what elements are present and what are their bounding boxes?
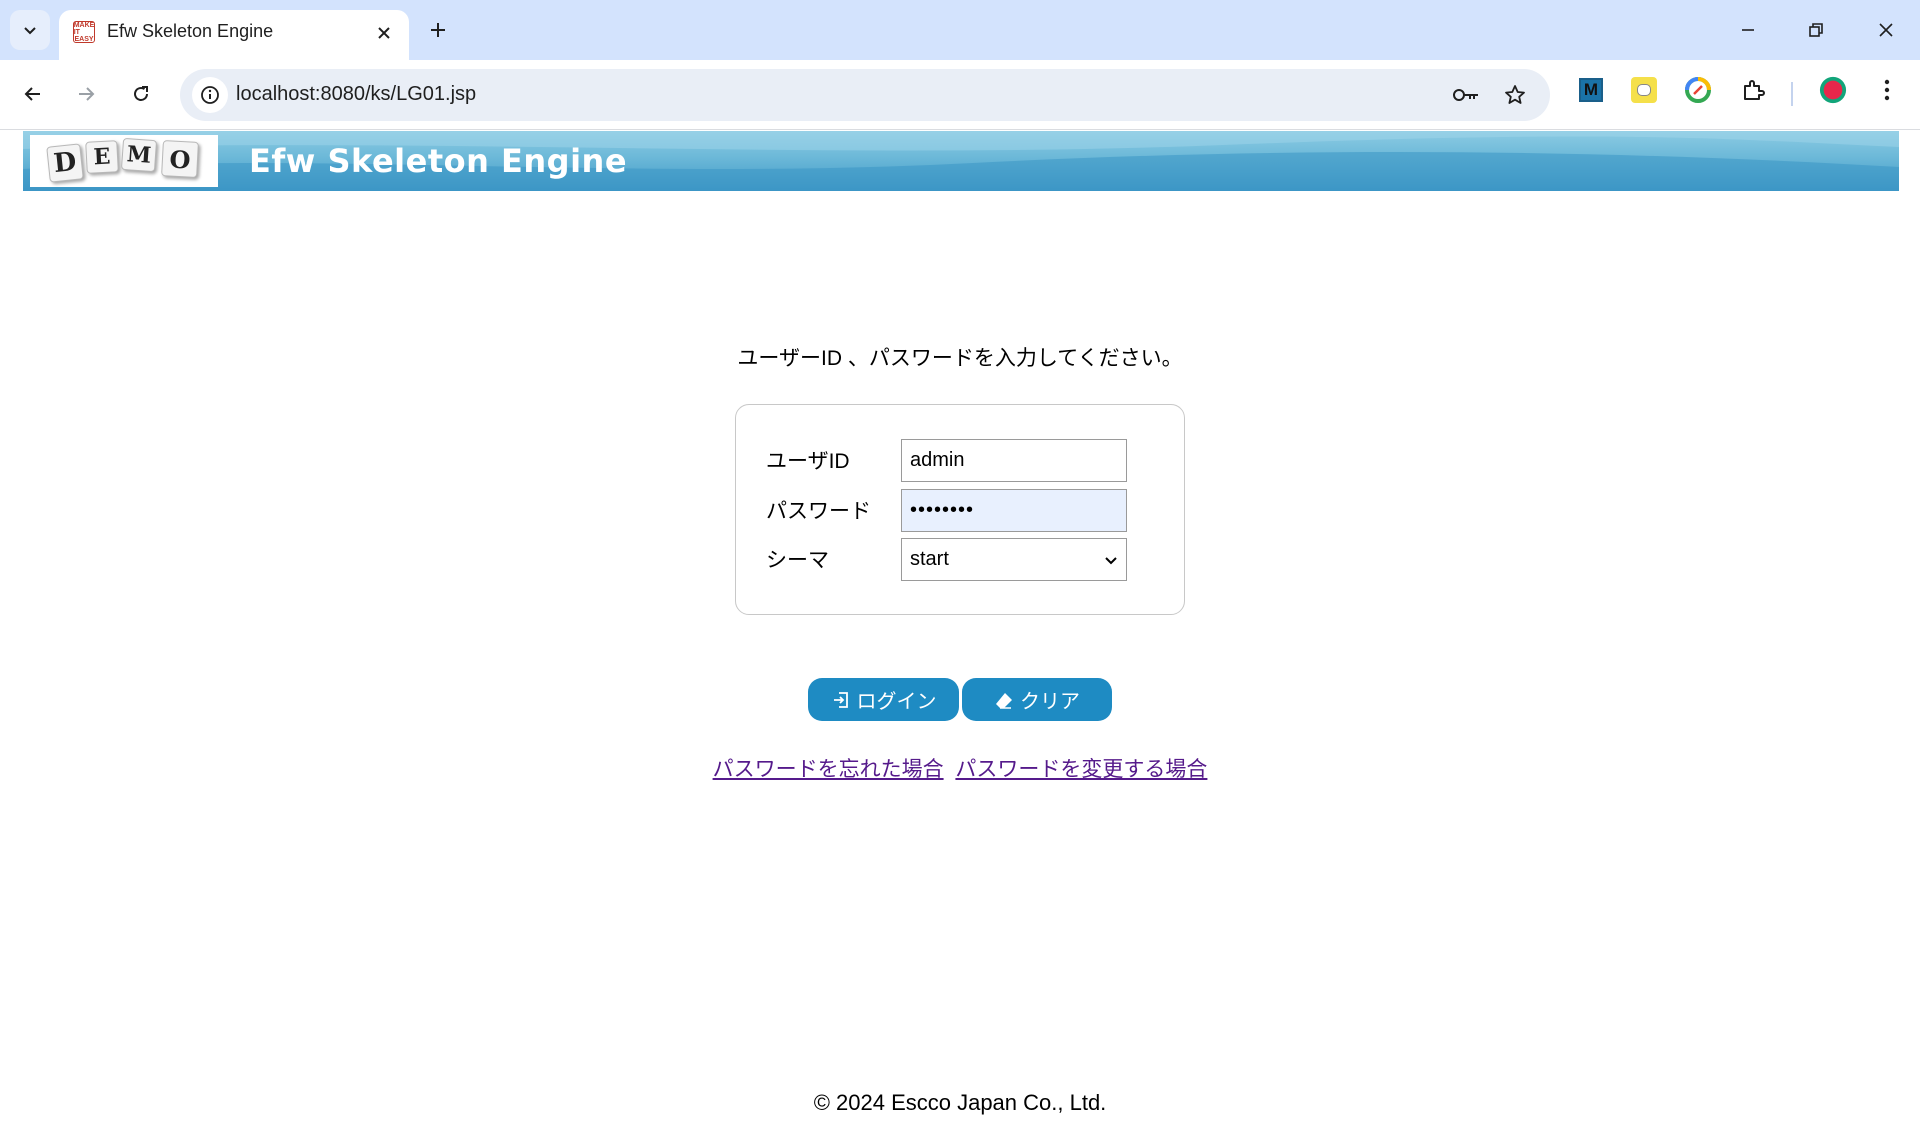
app-header-banner: D E M O Efw Skeleton Engine <box>23 131 1899 191</box>
login-form-panel: ユーザID admin パスワード •••••••• シーマ start <box>735 404 1185 615</box>
logo-letter-d: D <box>46 143 84 183</box>
schema-selected-value: start <box>910 548 949 570</box>
reload-icon <box>134 86 148 101</box>
kebab-menu-icon <box>1884 79 1890 101</box>
profile-avatar-icon <box>1819 76 1847 104</box>
tab-close-button[interactable] <box>373 22 395 44</box>
minimize-icon <box>1742 29 1754 31</box>
logo-letter-m: M <box>120 137 158 173</box>
reload-button[interactable] <box>121 74 161 114</box>
info-icon <box>201 86 219 104</box>
clear-button[interactable]: クリア <box>962 678 1112 721</box>
userid-label: ユーザID <box>766 450 850 473</box>
minimize-button[interactable] <box>1728 10 1768 50</box>
sign-in-icon <box>833 691 848 708</box>
m-extension-icon: M <box>1579 78 1603 102</box>
m-extension-button[interactable]: M <box>1577 76 1605 104</box>
favicon-text-bottom: EASY <box>74 35 94 43</box>
browser-tabstrip: MAKE IT EASY Efw Skeleton Engine <box>0 0 1920 60</box>
new-tab-button[interactable] <box>422 14 454 46</box>
logo-letter-e: E <box>85 140 119 174</box>
userid-input[interactable]: admin <box>901 439 1127 482</box>
password-label: パスワード <box>766 500 871 523</box>
userid-value: admin <box>910 449 965 471</box>
forgot-password-link[interactable]: パスワードを忘れた場合 <box>713 758 944 781</box>
demo-logo: D E M O <box>30 135 218 187</box>
password-manager-button[interactable] <box>1448 77 1484 113</box>
restore-button[interactable] <box>1796 10 1836 50</box>
clear-button-label: クリア <box>1020 691 1080 713</box>
key-icon <box>1453 89 1478 101</box>
extensions-button[interactable] <box>1739 76 1767 104</box>
close-window-button[interactable] <box>1866 10 1906 50</box>
back-button[interactable] <box>13 74 53 114</box>
restore-icon <box>1809 23 1823 37</box>
url-text[interactable]: localhost:8080/ks/LG01.jsp <box>236 83 476 106</box>
chevron-down-icon <box>24 27 36 35</box>
plus-icon <box>431 23 445 37</box>
close-icon <box>1879 23 1893 37</box>
tab-title: Efw Skeleton Engine <box>107 21 274 41</box>
puzzle-icon <box>1744 80 1765 100</box>
m-extension-label: M <box>1583 80 1599 99</box>
logo-letter-o: O <box>161 140 199 178</box>
tab-search-button[interactable] <box>10 10 50 50</box>
login-button-label: ログイン <box>856 691 937 713</box>
dog-extension-button[interactable] <box>1630 76 1658 104</box>
login-button[interactable]: ログイン <box>808 678 959 721</box>
password-value: •••••••• <box>910 499 975 521</box>
star-icon <box>1505 85 1525 104</box>
browser-toolbar: localhost:8080/ks/LG01.jsp M <box>0 60 1920 130</box>
arrow-left-icon <box>24 87 40 101</box>
make-it-easy-favicon: MAKE IT EASY <box>73 21 95 43</box>
password-help-links: パスワードを忘れた場合 パスワードを変更する場合 <box>0 753 1920 783</box>
schema-select[interactable]: start <box>901 538 1127 581</box>
color-extension-button[interactable] <box>1684 76 1712 104</box>
schema-label: シーマ <box>766 549 829 572</box>
browser-tab-active[interactable]: MAKE IT EASY Efw Skeleton Engine <box>59 10 409 60</box>
copyright-footer: © 2024 Escco Japan Co., Ltd. <box>813 1090 1107 1115</box>
bookmark-button[interactable] <box>1497 77 1533 113</box>
dog-extension-icon <box>1631 77 1657 103</box>
close-icon <box>378 27 390 39</box>
toolbar-separator <box>1791 82 1793 106</box>
color-extension-icon <box>1685 77 1711 103</box>
arrow-right-icon <box>79 87 95 101</box>
forward-button[interactable] <box>66 74 106 114</box>
profile-button[interactable] <box>1819 76 1847 104</box>
change-password-link[interactable]: パスワードを変更する場合 <box>955 758 1207 781</box>
site-info-button[interactable] <box>192 77 228 113</box>
address-bar[interactable]: localhost:8080/ks/LG01.jsp <box>180 69 1550 121</box>
app-title: Efw Skeleton Engine <box>249 142 628 180</box>
favicon-text-top: MAKE IT <box>73 21 95 36</box>
eraser-icon <box>996 692 1012 709</box>
password-input[interactable]: •••••••• <box>901 489 1127 532</box>
chevron-down-icon <box>1105 557 1117 565</box>
login-instruction: ユーザーID 、パスワードを入力してください。 <box>737 347 1183 370</box>
browser-menu-button[interactable] <box>1873 76 1901 104</box>
